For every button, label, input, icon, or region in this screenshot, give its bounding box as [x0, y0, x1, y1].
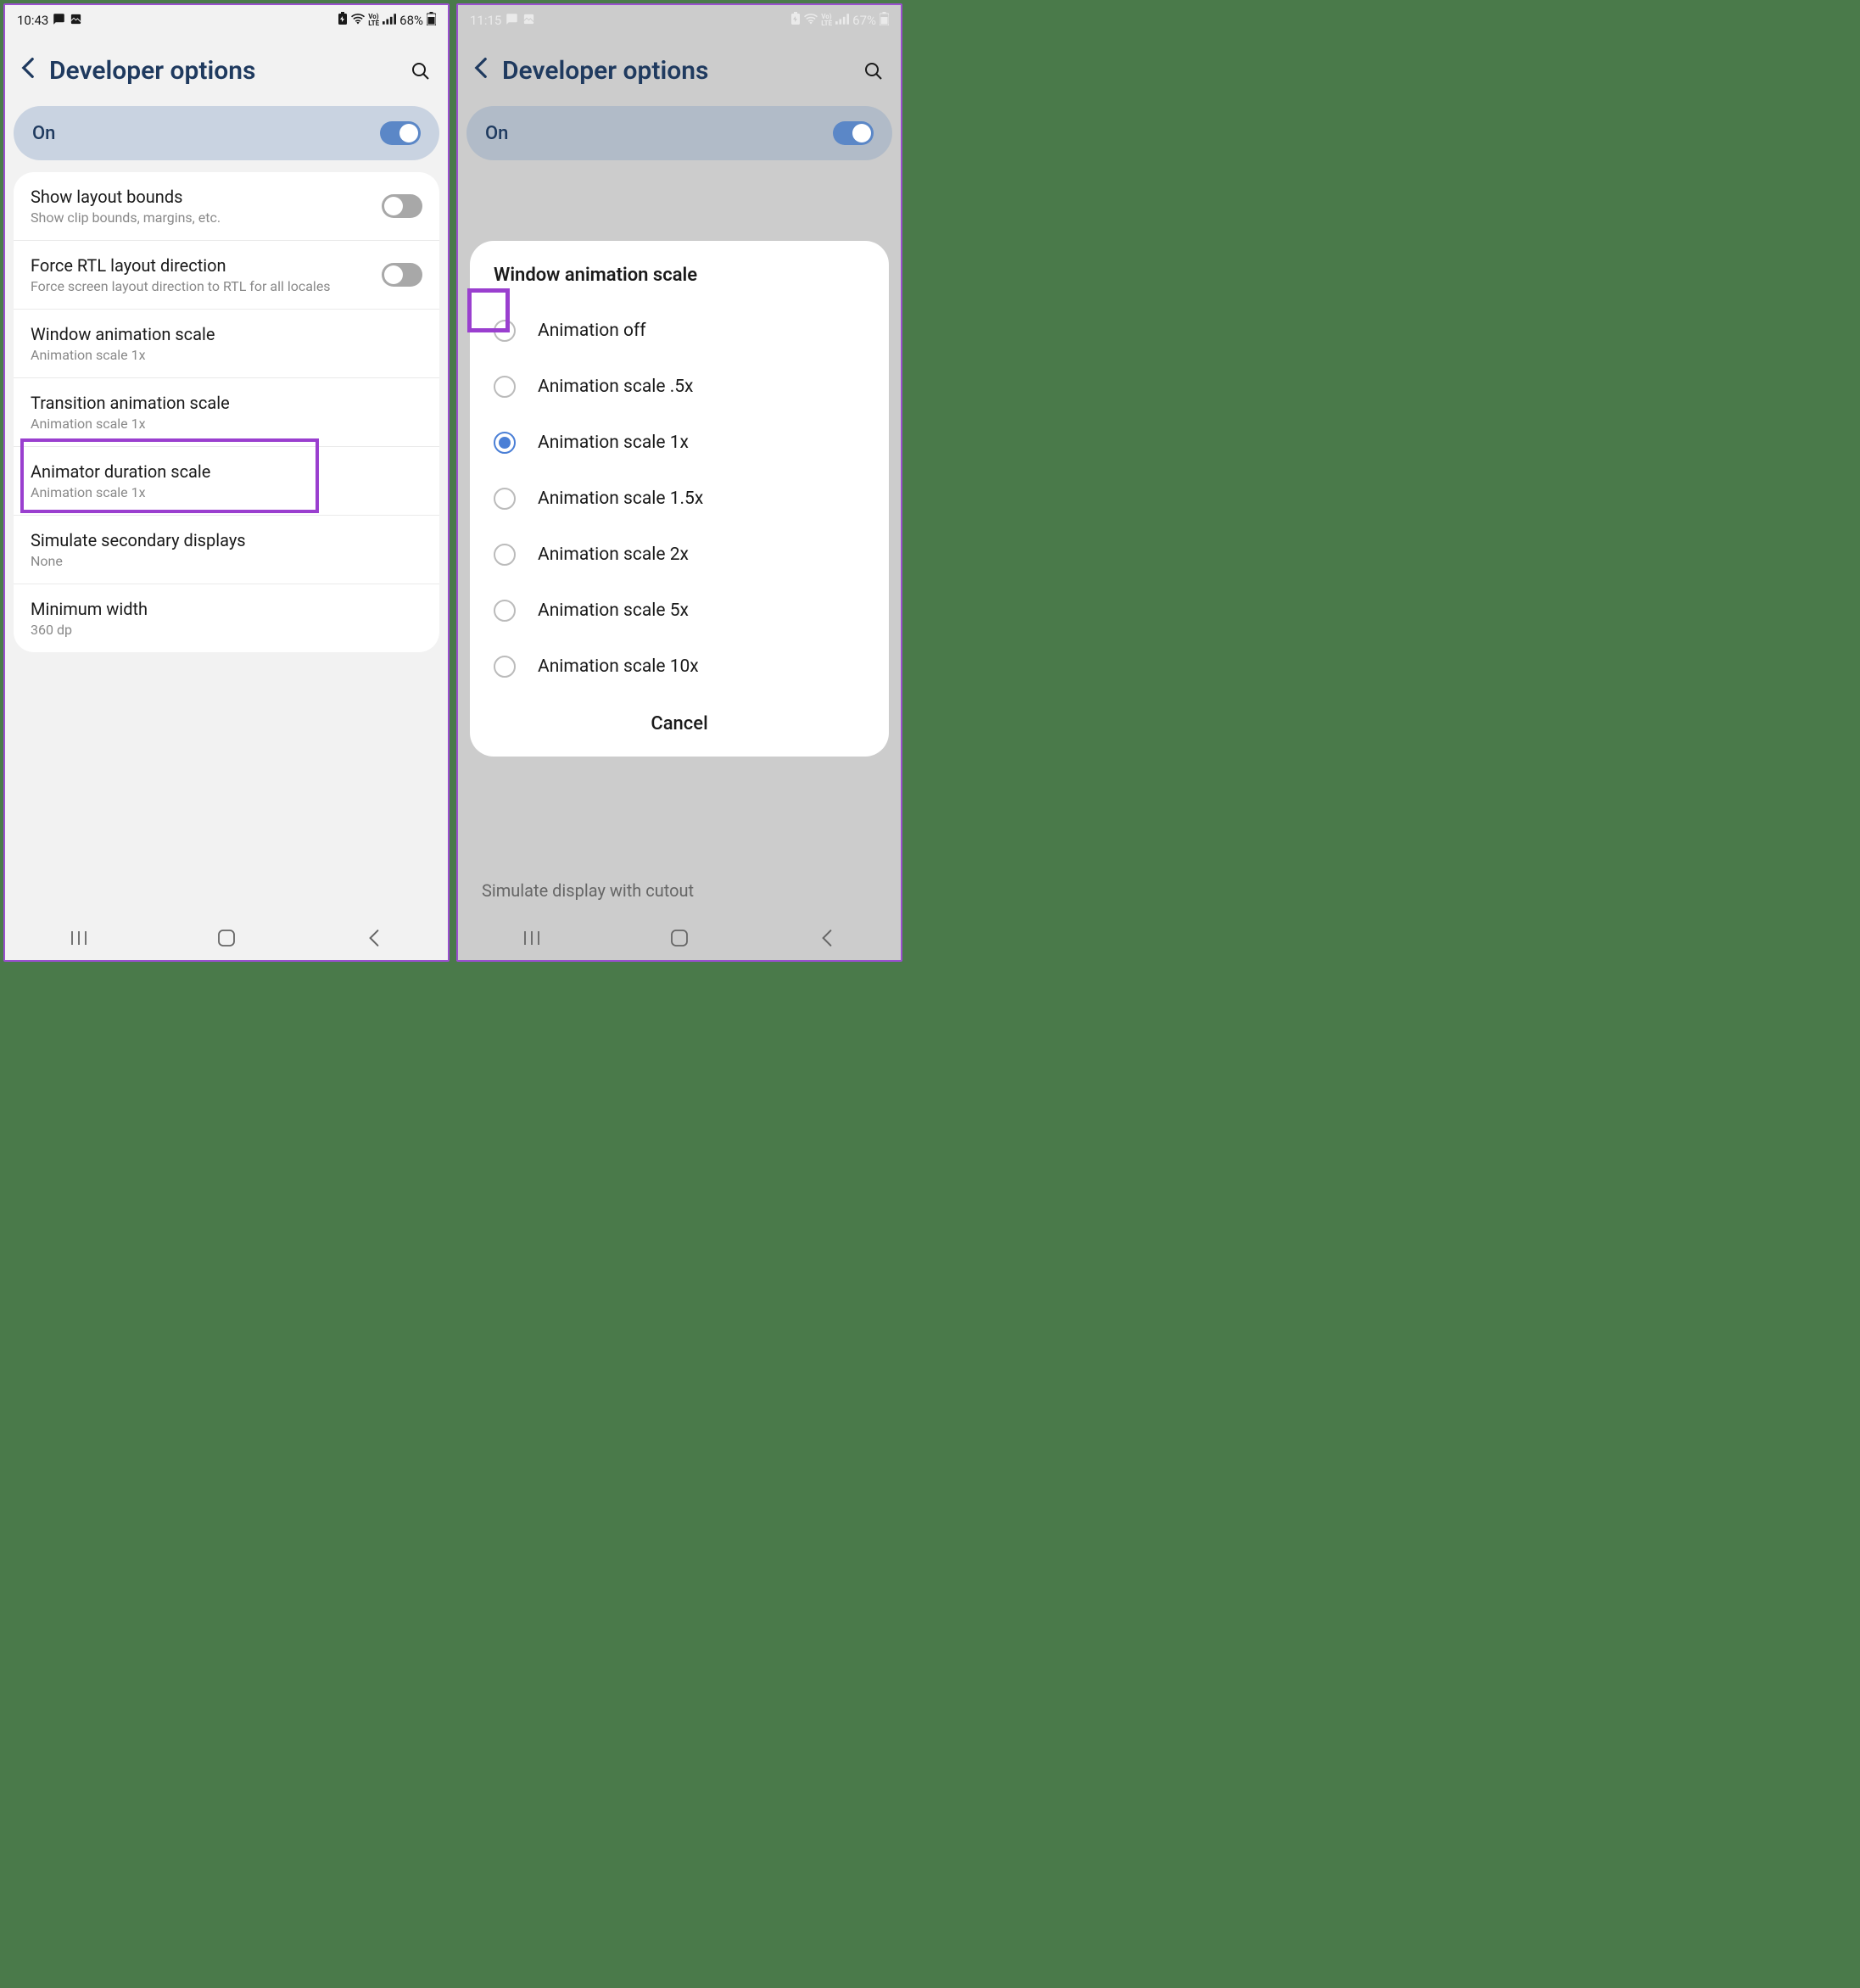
setting-minimum-width[interactable]: Minimum width 360 dp [14, 584, 439, 652]
setting-window-animation-scale[interactable]: Window animation scale Animation scale 1… [14, 310, 439, 378]
setting-title: Show layout bounds [31, 187, 370, 207]
radio-label: Animation scale 2x [538, 544, 689, 565]
wifi-icon [351, 13, 365, 28]
battery-percent: 68% [399, 13, 423, 28]
image-icon [70, 13, 82, 29]
setting-title: Force RTL layout direction [31, 255, 370, 276]
page-title: Developer options [49, 56, 395, 86]
radio-option-animation-off[interactable]: Animation off [489, 303, 870, 359]
phone-left: 10:43 Vo)LTE 68% [3, 3, 450, 962]
radio-option-5x[interactable]: Animation scale 5x [489, 583, 870, 639]
setting-subtitle: Show clip bounds, margins, etc. [31, 209, 370, 226]
setting-show-layout-bounds[interactable]: Show layout bounds Show clip bounds, mar… [14, 172, 439, 241]
radio-label: Animation scale 10x [538, 656, 699, 677]
toggle-switch[interactable] [382, 194, 422, 218]
radio-option-10x[interactable]: Animation scale 10x [489, 639, 870, 695]
setting-title: Simulate secondary displays [31, 530, 422, 550]
radio-option-1-5x[interactable]: Animation scale 1.5x [489, 471, 870, 527]
radio-label: Animation scale 5x [538, 600, 689, 621]
recents-button[interactable] [53, 925, 104, 951]
radio-button[interactable] [494, 544, 516, 566]
recents-button[interactable] [506, 925, 557, 951]
volte-icon: Vo)LTE [368, 14, 379, 27]
battery-icon [427, 12, 436, 29]
master-toggle-pill[interactable]: On [14, 106, 439, 160]
signal-icon [383, 13, 396, 28]
setting-subtitle: Animation scale 1x [31, 484, 422, 500]
nav-bar [5, 916, 448, 960]
setting-transition-animation-scale[interactable]: Transition animation scale Animation sca… [14, 378, 439, 447]
radio-button[interactable] [494, 376, 516, 398]
radio-option-0-5x[interactable]: Animation scale .5x [489, 359, 870, 415]
setting-force-rtl[interactable]: Force RTL layout direction Force screen … [14, 241, 439, 310]
setting-title: Window animation scale [31, 324, 422, 344]
radio-label: Animation off [538, 321, 646, 341]
radio-button[interactable] [494, 320, 516, 342]
status-bar: 10:43 Vo)LTE 68% [5, 5, 448, 36]
radio-label: Animation scale .5x [538, 377, 693, 397]
setting-subtitle: 360 dp [31, 622, 422, 638]
radio-label: Animation scale 1x [538, 433, 689, 453]
radio-option-2x[interactable]: Animation scale 2x [489, 527, 870, 583]
radio-label: Animation scale 1.5x [538, 489, 703, 509]
nav-bar [458, 916, 901, 960]
animation-scale-dialog: Window animation scale Animation off Ani… [470, 241, 889, 757]
setting-title: Transition animation scale [31, 393, 422, 413]
master-toggle-label: On [32, 123, 55, 144]
chat-icon [53, 13, 65, 29]
setting-title: Animator duration scale [31, 461, 422, 482]
setting-subtitle: None [31, 553, 422, 569]
app-header: Developer options [5, 36, 448, 101]
back-button[interactable] [20, 57, 36, 85]
setting-title: Minimum width [31, 599, 422, 619]
status-time: 10:43 [17, 13, 48, 28]
radio-button[interactable] [494, 656, 516, 678]
home-button[interactable] [201, 925, 252, 951]
master-toggle-switch[interactable] [380, 121, 421, 145]
dialog-title: Window animation scale [489, 265, 870, 286]
settings-list: Show layout bounds Show clip bounds, mar… [14, 172, 439, 652]
cancel-button[interactable]: Cancel [489, 695, 870, 741]
search-button[interactable] [409, 59, 433, 83]
setting-subtitle: Force screen layout direction to RTL for… [31, 278, 370, 294]
radio-button[interactable] [494, 432, 516, 454]
phone-right: 11:15 Vo)LTE 67% [456, 3, 902, 962]
radio-button[interactable] [494, 600, 516, 622]
back-nav-button[interactable] [349, 925, 399, 951]
setting-simulate-secondary-displays[interactable]: Simulate secondary displays None [14, 516, 439, 584]
radio-option-1x[interactable]: Animation scale 1x [489, 415, 870, 471]
setting-subtitle: Animation scale 1x [31, 347, 422, 363]
setting-animator-duration-scale[interactable]: Animator duration scale Animation scale … [14, 447, 439, 516]
setting-subtitle: Animation scale 1x [31, 416, 422, 432]
toggle-switch[interactable] [382, 263, 422, 287]
home-button[interactable] [654, 925, 705, 951]
battery-saver-icon [338, 12, 348, 29]
back-nav-button[interactable] [802, 925, 852, 951]
radio-button[interactable] [494, 488, 516, 510]
